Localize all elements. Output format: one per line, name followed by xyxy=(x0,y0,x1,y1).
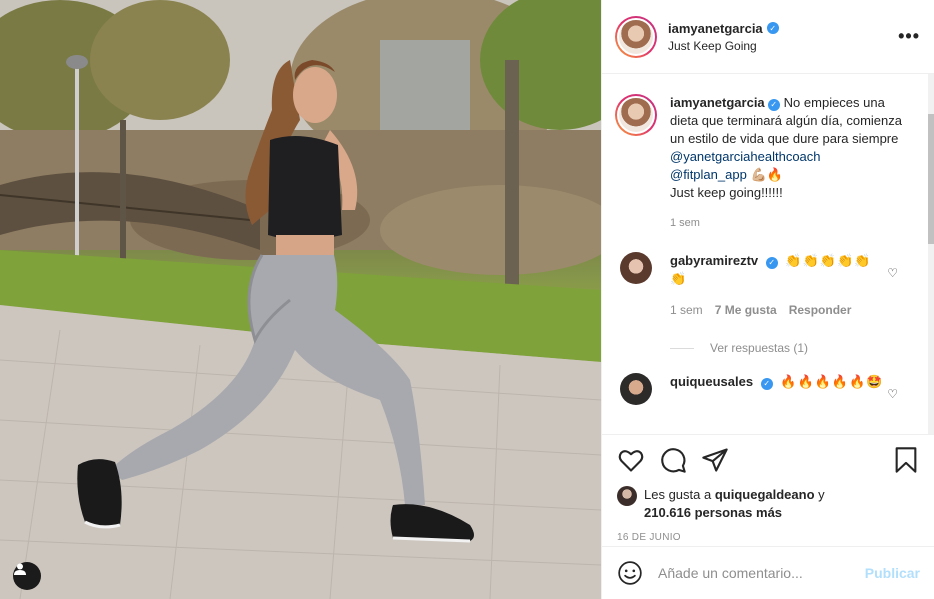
mention-fitplan[interactable]: @fitplan_app xyxy=(670,167,747,182)
comment-avatar[interactable] xyxy=(620,373,652,405)
smile-icon[interactable] xyxy=(617,560,643,586)
add-comment-bar: Publicar xyxy=(602,546,934,599)
likes-count[interactable]: 210.616 personas más xyxy=(644,505,782,520)
post-date[interactable]: 16 DE JUNIO xyxy=(617,532,920,543)
caption-username[interactable]: iamyanetgarcia xyxy=(670,95,765,110)
comment-like-icon[interactable]: ♡ xyxy=(887,387,898,401)
heart-icon[interactable] xyxy=(617,446,645,474)
post-location[interactable]: Just Keep Going xyxy=(668,39,898,53)
caption-time[interactable]: 1 sem xyxy=(670,214,905,232)
likes-summary: Les gusta a quiquegaldeano y 210.616 per… xyxy=(617,486,920,522)
caption-emoji: 💪🏼🔥 xyxy=(750,167,783,182)
liker-username[interactable]: quiquegaldeano xyxy=(715,487,815,502)
verified-icon: ✓ xyxy=(767,99,780,111)
caption: iamyanetgarcia ✓ No empieces una dieta que… xyxy=(615,94,920,232)
comment-time[interactable]: 1 sem xyxy=(670,301,703,319)
mention-healthcoach[interactable]: @yanetgarciahealthcoach xyxy=(670,148,905,166)
post-header: iamyanetgarcia ✓ Just Keep Going ••• xyxy=(602,0,934,74)
instagram-post-modal: iamyanetgarcia ✓ Just Keep Going ••• iam… xyxy=(0,0,934,599)
liker-avatar[interactable] xyxy=(617,486,637,506)
author-avatar[interactable] xyxy=(615,15,657,58)
comment-item: quiqueusales ✓ 🔥🔥🔥🔥🔥🤩 ♡ xyxy=(615,373,920,405)
view-replies-label[interactable]: Ver respuestas (1) xyxy=(710,341,808,355)
comment-likes[interactable]: 7 Me gusta xyxy=(715,301,777,319)
likes-prefix: Les gusta a xyxy=(644,487,712,502)
caption-closing: Just keep going!!!!!! xyxy=(670,185,783,200)
likes-conj: y xyxy=(818,487,825,502)
comment-item: gabyramireztv ✓ 👏👏👏👏👏👏 1 sem 7 Me gusta … xyxy=(615,252,920,319)
post-side-panel: iamyanetgarcia ✓ Just Keep Going ••• iam… xyxy=(601,0,934,599)
post-actions: Les gusta a quiquegaldeano y 210.616 per… xyxy=(602,434,934,546)
comments-scrollbar[interactable] xyxy=(928,74,934,434)
verified-icon: ✓ xyxy=(766,22,779,34)
verified-icon: ✓ xyxy=(765,257,778,269)
bookmark-icon[interactable] xyxy=(892,446,920,474)
comment-avatar[interactable] xyxy=(620,252,652,284)
tag-user-icon xyxy=(14,563,26,575)
comment-like-icon[interactable]: ♡ xyxy=(887,266,898,280)
comment-icon[interactable] xyxy=(659,446,687,474)
photo-illustration xyxy=(0,0,601,599)
view-replies[interactable]: Ver respuestas (1) xyxy=(670,341,920,355)
comments-section: iamyanetgarcia ✓ No empieces una dieta que… xyxy=(602,74,934,434)
comment-username[interactable]: quiqueusales xyxy=(670,374,753,389)
comment-text: 🔥🔥🔥🔥🔥🤩 xyxy=(780,374,884,389)
more-options-button[interactable]: ••• xyxy=(898,26,920,47)
publish-button[interactable]: Publicar xyxy=(865,565,920,581)
comment-input[interactable] xyxy=(658,565,865,581)
reply-button[interactable]: Responder xyxy=(789,301,852,319)
comment-username[interactable]: gabyramireztv xyxy=(670,253,758,268)
caption-avatar[interactable] xyxy=(615,94,657,136)
verified-icon: ✓ xyxy=(760,378,773,390)
author-username[interactable]: iamyanetgarcia xyxy=(668,21,763,36)
share-icon[interactable] xyxy=(701,446,729,474)
tag-user-button[interactable] xyxy=(13,562,41,590)
post-photo[interactable] xyxy=(0,0,601,599)
